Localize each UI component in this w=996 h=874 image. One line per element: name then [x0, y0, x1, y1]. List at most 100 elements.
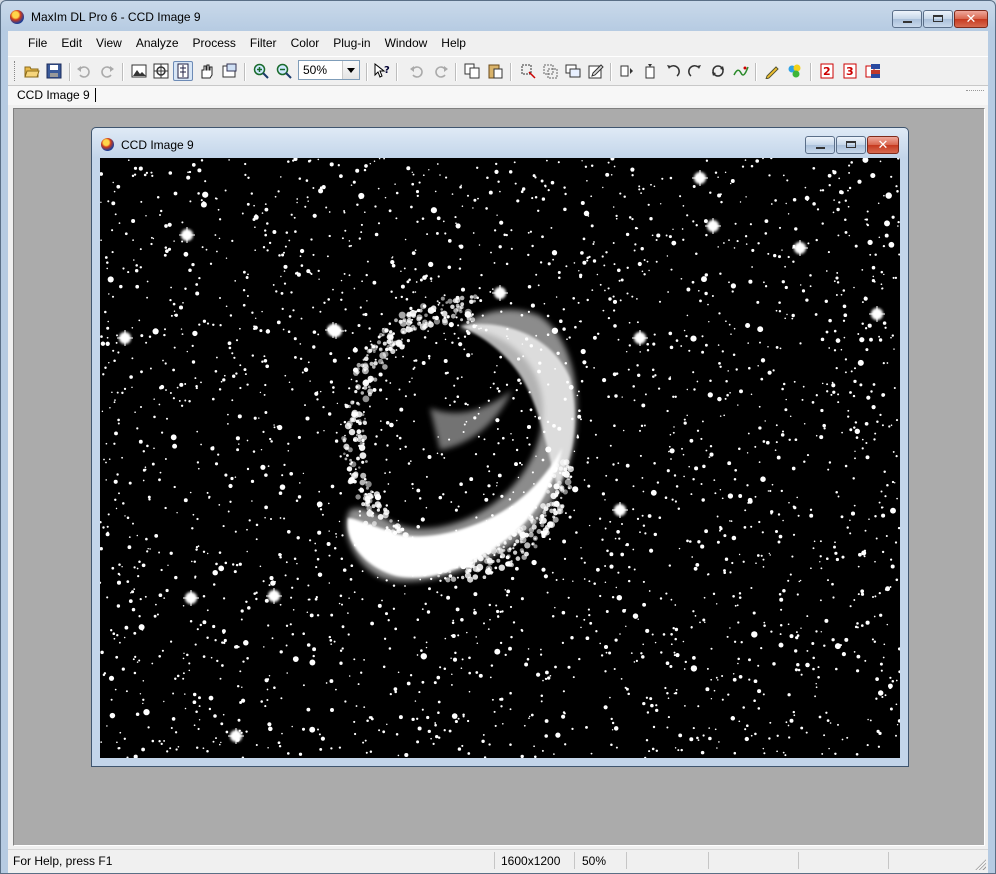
- deconvolve-icon[interactable]: [731, 61, 751, 81]
- document-tab-bar: CCD Image 9: [8, 86, 988, 105]
- toolbar-separator: [396, 63, 398, 81]
- toolbar-separator: [455, 63, 457, 81]
- status-divider: [494, 852, 495, 869]
- toolbar-separator: [810, 63, 812, 81]
- minimize-icon: [903, 21, 912, 23]
- paste-icon[interactable]: [485, 61, 505, 81]
- starfield-nebula-image: [100, 158, 900, 758]
- status-divider: [708, 852, 709, 869]
- document-minimize-button[interactable]: [805, 136, 835, 154]
- maximize-icon: [846, 141, 856, 148]
- restore-icon: [933, 15, 943, 22]
- save-icon[interactable]: [44, 61, 64, 81]
- image-info-icon[interactable]: [219, 61, 239, 81]
- toolbar-separator: [610, 63, 612, 81]
- screen-stretch-icon[interactable]: [129, 61, 149, 81]
- menu-view[interactable]: View: [89, 33, 129, 53]
- svg-text:3: 3: [846, 65, 854, 78]
- stars: [100, 158, 900, 758]
- close-button[interactable]: ✕: [954, 10, 988, 28]
- menu-process[interactable]: Process: [186, 33, 243, 53]
- status-divider: [626, 852, 627, 869]
- copy-icon[interactable]: [462, 61, 482, 81]
- maxim-app-icon[interactable]: [10, 10, 24, 24]
- menu-window[interactable]: Window: [378, 33, 435, 53]
- document-close-button[interactable]: ✕: [867, 136, 899, 154]
- maximize-button[interactable]: [923, 10, 953, 28]
- zoom-out-icon[interactable]: [274, 61, 294, 81]
- toolbar-separator: [69, 63, 71, 81]
- app-window: MaxIm DL Pro 6 - CCD Image 9 ✕ File Edit…: [0, 0, 996, 874]
- status-divider: [574, 852, 575, 869]
- info-window-icon[interactable]: [173, 61, 193, 81]
- stack-icon[interactable]: 3: [840, 61, 860, 81]
- pencil-icon[interactable]: [762, 61, 782, 81]
- flip-icon[interactable]: [617, 61, 637, 81]
- close-icon: ✕: [877, 137, 889, 152]
- color-stack-icon[interactable]: [785, 61, 805, 81]
- client-area: File Edit View Analyze Process Filter Co…: [8, 31, 988, 873]
- toolbar-separator: [510, 63, 512, 81]
- zoom-in-icon[interactable]: [251, 61, 271, 81]
- undo-icon[interactable]: [407, 61, 427, 81]
- toolbar-separator: [122, 63, 124, 81]
- crosshair-icon[interactable]: [151, 61, 171, 81]
- document-maximize-button[interactable]: [836, 136, 866, 154]
- rotate-icon[interactable]: [640, 61, 660, 81]
- menu-color[interactable]: Color: [284, 33, 327, 53]
- edit-icon[interactable]: [586, 61, 606, 81]
- menu-help[interactable]: Help: [434, 33, 473, 53]
- document-window-controls: ✕: [804, 136, 899, 154]
- resize-grip[interactable]: [974, 858, 986, 870]
- close-icon: ✕: [965, 11, 977, 26]
- minimize-button[interactable]: [892, 10, 922, 28]
- tab-divider: [95, 88, 96, 102]
- menu-file[interactable]: File: [21, 33, 54, 53]
- crop-icon[interactable]: [540, 61, 560, 81]
- image-document-window: CCD Image 9 ✕: [91, 127, 909, 767]
- duplicate-icon[interactable]: [563, 61, 583, 81]
- status-image-dimensions: 1600x1200: [501, 854, 561, 868]
- maxim-document-icon[interactable]: [101, 138, 114, 151]
- menu-analyze[interactable]: Analyze: [129, 33, 186, 53]
- toolbar-separator: [755, 63, 757, 81]
- toolbar-grip[interactable]: [14, 61, 18, 81]
- menu-filter[interactable]: Filter: [243, 33, 284, 53]
- minimize-icon: [816, 147, 825, 149]
- rotate-cw-icon[interactable]: [685, 61, 705, 81]
- menu-plug-in[interactable]: Plug-in: [326, 33, 377, 53]
- undo-icon[interactable]: [74, 61, 94, 81]
- zoom-value: 50%: [303, 63, 328, 77]
- rotate-free-icon[interactable]: [708, 61, 728, 81]
- tab-bar-grip: [966, 90, 984, 92]
- chevron-down-icon[interactable]: [342, 61, 359, 79]
- status-divider: [888, 852, 889, 869]
- combine-icon[interactable]: [863, 61, 883, 81]
- zoom-combobox[interactable]: 50%: [298, 60, 360, 80]
- toolbar: 50% ? 2 3: [8, 56, 988, 86]
- hand-icon[interactable]: [196, 61, 216, 81]
- menu-bar: File Edit View Analyze Process Filter Co…: [8, 31, 988, 55]
- svg-text:?: ?: [384, 65, 390, 76]
- title-bar[interactable]: MaxIm DL Pro 6 - CCD Image 9 ✕: [1, 1, 995, 31]
- status-zoom-level: 50%: [582, 854, 607, 868]
- mdi-workspace: CCD Image 9 ✕: [13, 108, 985, 846]
- toolbar-separator: [244, 63, 246, 81]
- app-title: MaxIm DL Pro 6 - CCD Image 9: [31, 10, 201, 24]
- open-icon[interactable]: [22, 61, 42, 81]
- redo-icon[interactable]: [97, 61, 117, 81]
- ccd-image-canvas[interactable]: [100, 158, 900, 758]
- calibrate-icon[interactable]: 2: [817, 61, 837, 81]
- redo-icon[interactable]: [431, 61, 451, 81]
- svg-text:2: 2: [823, 65, 831, 78]
- status-help-text: For Help, press F1: [13, 854, 113, 868]
- document-title: CCD Image 9: [121, 138, 194, 152]
- status-divider: [798, 852, 799, 869]
- menu-edit[interactable]: Edit: [54, 33, 89, 53]
- tab-ccd-image-9[interactable]: CCD Image 9: [17, 88, 90, 102]
- rotate-ccw-icon[interactable]: [663, 61, 683, 81]
- window-controls: ✕: [891, 10, 988, 29]
- select-icon[interactable]: [518, 61, 538, 81]
- toolbar-separator: [366, 63, 368, 81]
- help-pointer-icon[interactable]: ?: [372, 61, 392, 81]
